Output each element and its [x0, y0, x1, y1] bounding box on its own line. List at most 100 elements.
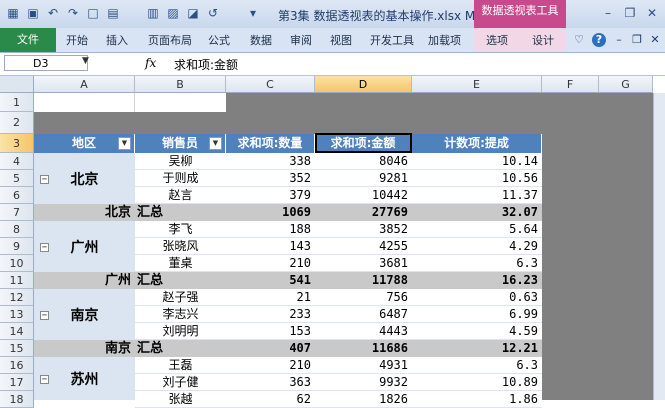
column-header-b[interactable]: B — [135, 76, 226, 93]
commission-cell[interactable]: 10.89 — [412, 374, 542, 391]
tab-addins[interactable]: 加载项 — [428, 32, 461, 48]
subtotal-region-label[interactable]: 北京 — [34, 204, 135, 221]
column-header-e[interactable]: E — [412, 76, 542, 93]
help-icon[interactable]: ? — [592, 33, 606, 47]
subtotal-amount[interactable]: 27769 — [315, 204, 412, 221]
amount-cell[interactable]: 9932 — [315, 374, 412, 391]
quantity-cell[interactable]: 210 — [226, 255, 315, 272]
subtotal-amount[interactable]: 11686 — [315, 340, 412, 357]
row-header-4[interactable]: 4 — [0, 153, 34, 170]
close-icon[interactable]: ✕ — [644, 6, 660, 20]
pivot-header-3[interactable]: 求和项:数量 — [226, 134, 315, 153]
subtotal-quantity[interactable]: 541 — [226, 272, 315, 289]
collapse-icon[interactable]: − — [40, 374, 49, 384]
row-header-13[interactable]: 13 — [0, 306, 34, 323]
quantity-cell[interactable]: 153 — [226, 323, 315, 340]
print-preview-icon[interactable]: ▥ — [146, 6, 160, 20]
salesperson-cell[interactable]: 刘子健 — [135, 374, 226, 391]
subtotal-quantity[interactable]: 407 — [226, 340, 315, 357]
tab-data[interactable]: 数据 — [250, 32, 272, 48]
tab-options[interactable]: 选项 — [486, 32, 508, 48]
customize-toolbar-icon[interactable]: ▾ — [246, 6, 260, 20]
subtotal-amount[interactable]: 11788 — [315, 272, 412, 289]
tab-view[interactable]: 视图 — [330, 32, 352, 48]
row-header-14[interactable]: 14 — [0, 323, 34, 340]
commission-cell[interactable]: 4.29 — [412, 238, 542, 255]
region-cell[interactable]: 北京 − — [34, 153, 135, 204]
redo-icon[interactable]: ↷ — [66, 6, 80, 20]
tab-review[interactable]: 审阅 — [290, 32, 312, 48]
quantity-cell[interactable]: 143 — [226, 238, 315, 255]
quantity-cell[interactable]: 210 — [226, 357, 315, 374]
pivot-header-2[interactable]: 销售员 ▼ — [135, 134, 226, 153]
commission-cell[interactable]: 6.99 — [412, 306, 542, 323]
quantity-cell[interactable]: 233 — [226, 306, 315, 323]
commission-cell[interactable]: 10.14 — [412, 153, 542, 170]
region-cell[interactable]: 广州 − — [34, 221, 135, 272]
salesperson-cell[interactable]: 张晓风 — [135, 238, 226, 255]
salesperson-cell[interactable]: 李志兴 — [135, 306, 226, 323]
salesperson-cell[interactable]: 董桌 — [135, 255, 226, 272]
pivot-header-1[interactable]: 地区 ▼ — [34, 134, 135, 153]
formula-input[interactable]: 求和项:金额 — [174, 56, 238, 73]
filter-dropdown-icon[interactable]: ▼ — [209, 137, 222, 150]
column-header-d[interactable]: D — [315, 76, 412, 93]
row-header-5[interactable]: 5 — [0, 170, 34, 187]
commission-cell[interactable]: 5.64 — [412, 221, 542, 238]
column-header-f[interactable]: F — [542, 76, 599, 93]
commission-cell[interactable]: 11.37 — [412, 187, 542, 204]
quantity-cell[interactable]: 21 — [226, 289, 315, 306]
print-icon[interactable]: ▨ — [166, 6, 180, 20]
tab-insert[interactable]: 插入 — [106, 32, 128, 48]
salesperson-cell[interactable]: 于则成 — [135, 170, 226, 187]
undo-icon[interactable]: ↶ — [46, 6, 60, 20]
salesperson-cell[interactable]: 王磊 — [135, 357, 226, 374]
tab-home[interactable]: 开始 — [66, 32, 88, 48]
commission-cell[interactable]: 6.3 — [412, 357, 542, 374]
collapse-icon[interactable]: − — [40, 310, 49, 320]
vertical-scrollbar[interactable] — [653, 93, 665, 400]
salesperson-cell[interactable]: 吴柳 — [135, 153, 226, 170]
salesperson-cell[interactable]: 刘明明 — [135, 323, 226, 340]
amount-cell[interactable]: 6487 — [315, 306, 412, 323]
collapse-icon[interactable]: − — [40, 242, 49, 252]
subtotal-region-label[interactable]: 广州 — [34, 272, 135, 289]
column-header-c[interactable]: C — [226, 76, 315, 93]
region-cell[interactable]: 苏州 − — [34, 357, 135, 400]
row-header-17[interactable]: 17 — [0, 374, 34, 391]
spell-check-icon[interactable]: ◪ — [186, 6, 200, 20]
amount-cell[interactable]: 4255 — [315, 238, 412, 255]
pivot-header-5[interactable]: 计数项:提成 — [412, 134, 542, 153]
open-icon[interactable]: ▤ — [106, 6, 120, 20]
subtotal-label[interactable]: 汇总 — [135, 272, 226, 289]
pivot-header-4[interactable]: 求和项:金额 — [315, 134, 412, 153]
workbook-restore-icon[interactable]: ❐ — [630, 33, 644, 47]
tab-developer[interactable]: 开发工具 — [370, 32, 414, 48]
commission-cell[interactable]: 0.63 — [412, 289, 542, 306]
quantity-cell[interactable]: 188 — [226, 221, 315, 238]
tab-design[interactable]: 设计 — [532, 32, 554, 48]
amount-cell[interactable]: 4931 — [315, 357, 412, 374]
filter-dropdown-icon[interactable]: ▼ — [118, 137, 131, 150]
amount-cell[interactable]: 10442 — [315, 187, 412, 204]
name-box[interactable]: D3 — [4, 55, 88, 71]
row-header-11[interactable]: 11 — [0, 272, 34, 289]
salesperson-cell[interactable]: 赵言 — [135, 187, 226, 204]
workbook-minimize-icon[interactable]: – — [612, 33, 626, 47]
amount-cell[interactable]: 3681 — [315, 255, 412, 272]
workbook-close-icon[interactable]: ✕ — [648, 33, 662, 47]
tab-formulas[interactable]: 公式 — [208, 32, 230, 48]
row-header-6[interactable]: 6 — [0, 187, 34, 204]
tab-page-layout[interactable]: 页面布局 — [148, 32, 192, 48]
subtotal-label[interactable]: 汇总 — [135, 204, 226, 221]
row-header-3[interactable]: 3 — [0, 134, 34, 153]
row-header-10[interactable]: 10 — [0, 255, 34, 272]
new-file-icon[interactable]: □ — [86, 6, 100, 20]
amount-cell[interactable]: 8046 — [315, 153, 412, 170]
amount-cell[interactable]: 9281 — [315, 170, 412, 187]
amount-cell[interactable]: 4443 — [315, 323, 412, 340]
column-header-a[interactable]: A — [34, 76, 135, 93]
subtotal-label[interactable]: 汇总 — [135, 340, 226, 357]
quantity-cell[interactable]: 352 — [226, 170, 315, 187]
row-header-1[interactable]: 1 — [0, 93, 34, 112]
